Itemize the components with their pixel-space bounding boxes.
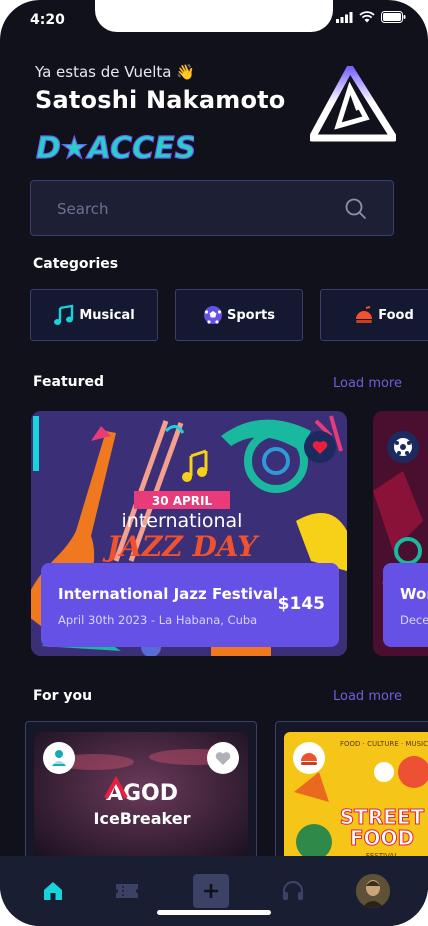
search-placeholder: Search: [57, 200, 109, 218]
event-price: $145: [277, 594, 325, 614]
soccer-ball-icon: [204, 306, 223, 324]
poster-line2: FOOD: [350, 826, 414, 850]
for-you-card[interactable]: FOOD · CULTURE · MUSIC STREET FOOD FESTI…: [275, 721, 428, 871]
categories-title: Categories: [33, 256, 119, 272]
status-icons: [336, 11, 406, 23]
poster-line2: JAZZ DAY: [102, 530, 260, 563]
signal-icon: [336, 11, 353, 23]
for-you-card[interactable]: AGOD IceBreaker: [25, 721, 257, 871]
for-you-load-more-link[interactable]: Load more: [333, 689, 402, 704]
category-sports-button[interactable]: Sports: [175, 289, 303, 341]
headphones-icon: [282, 880, 304, 900]
tab-home[interactable]: [38, 876, 68, 906]
for-you-title: For you: [33, 688, 93, 704]
soccer-ball-icon: [387, 431, 419, 463]
food-icon: [356, 306, 373, 323]
brand-logo: D★ACCESS: [34, 128, 217, 172]
poster-line1: international: [122, 510, 243, 532]
notch: [95, 0, 333, 32]
poster-arc-text: FOOD · CULTURE · MUSIC: [340, 740, 428, 748]
heart-icon: [312, 440, 328, 454]
avatar[interactable]: [356, 874, 390, 908]
favorite-button[interactable]: [304, 431, 336, 463]
music-note-icon: [54, 304, 74, 325]
user-group-icon: [43, 742, 75, 774]
tab-tickets[interactable]: [112, 876, 142, 906]
greeting-text: Ya estas de Vuelta 👋: [35, 63, 195, 81]
wifi-icon: [359, 11, 375, 23]
event-subtitle: April 30th 2023 - La Habana, Cuba: [58, 613, 258, 627]
featured-event-card[interactable]: 30 APRIL international JAZZ DAY Internat…: [31, 411, 347, 656]
featured-event-card[interactable]: Wor Dece: [373, 411, 428, 656]
home-icon: [44, 882, 62, 900]
category-label: Food: [378, 307, 414, 323]
category-food-button[interactable]: Food: [320, 289, 428, 341]
featured-load-more-link[interactable]: Load more: [333, 376, 402, 391]
tab-support[interactable]: [278, 876, 308, 906]
add-icon: [204, 884, 218, 898]
app-logo: [308, 64, 398, 146]
user-name: Satoshi Nakamoto: [35, 86, 286, 114]
poster-date: 30 APRIL: [152, 494, 213, 508]
tab-add[interactable]: [193, 874, 229, 908]
status-time: 4:20: [30, 12, 65, 28]
event-title: IceBreaker: [94, 809, 191, 828]
event-subtitle: Dece: [400, 613, 428, 627]
event-title: International Jazz Festival: [58, 585, 279, 603]
event-info-panel: International Jazz Festival April 30th 2…: [41, 563, 339, 647]
heart-icon: [215, 751, 231, 765]
brand-wordmark: D★ACCESS: [36, 131, 194, 166]
event-info-panel: Wor Dece: [383, 563, 428, 647]
category-label: Sports: [227, 307, 275, 323]
category-musical-button[interactable]: Musical: [30, 289, 158, 341]
battery-icon: [381, 11, 406, 23]
search-icon[interactable]: [345, 198, 367, 220]
favorite-button[interactable]: [207, 742, 239, 774]
event-title: Wor: [400, 585, 428, 603]
search-input[interactable]: Search: [30, 180, 394, 236]
bottom-tab-bar: [0, 856, 428, 926]
ticket-icon: [116, 884, 138, 898]
featured-title: Featured: [33, 374, 105, 390]
home-indicator: [157, 910, 271, 915]
category-label: Musical: [79, 307, 135, 323]
food-icon: [293, 742, 325, 774]
app-screen: 4:20 Ya estas de Vuelta 👋 Satoshi Nakamo…: [0, 0, 428, 926]
